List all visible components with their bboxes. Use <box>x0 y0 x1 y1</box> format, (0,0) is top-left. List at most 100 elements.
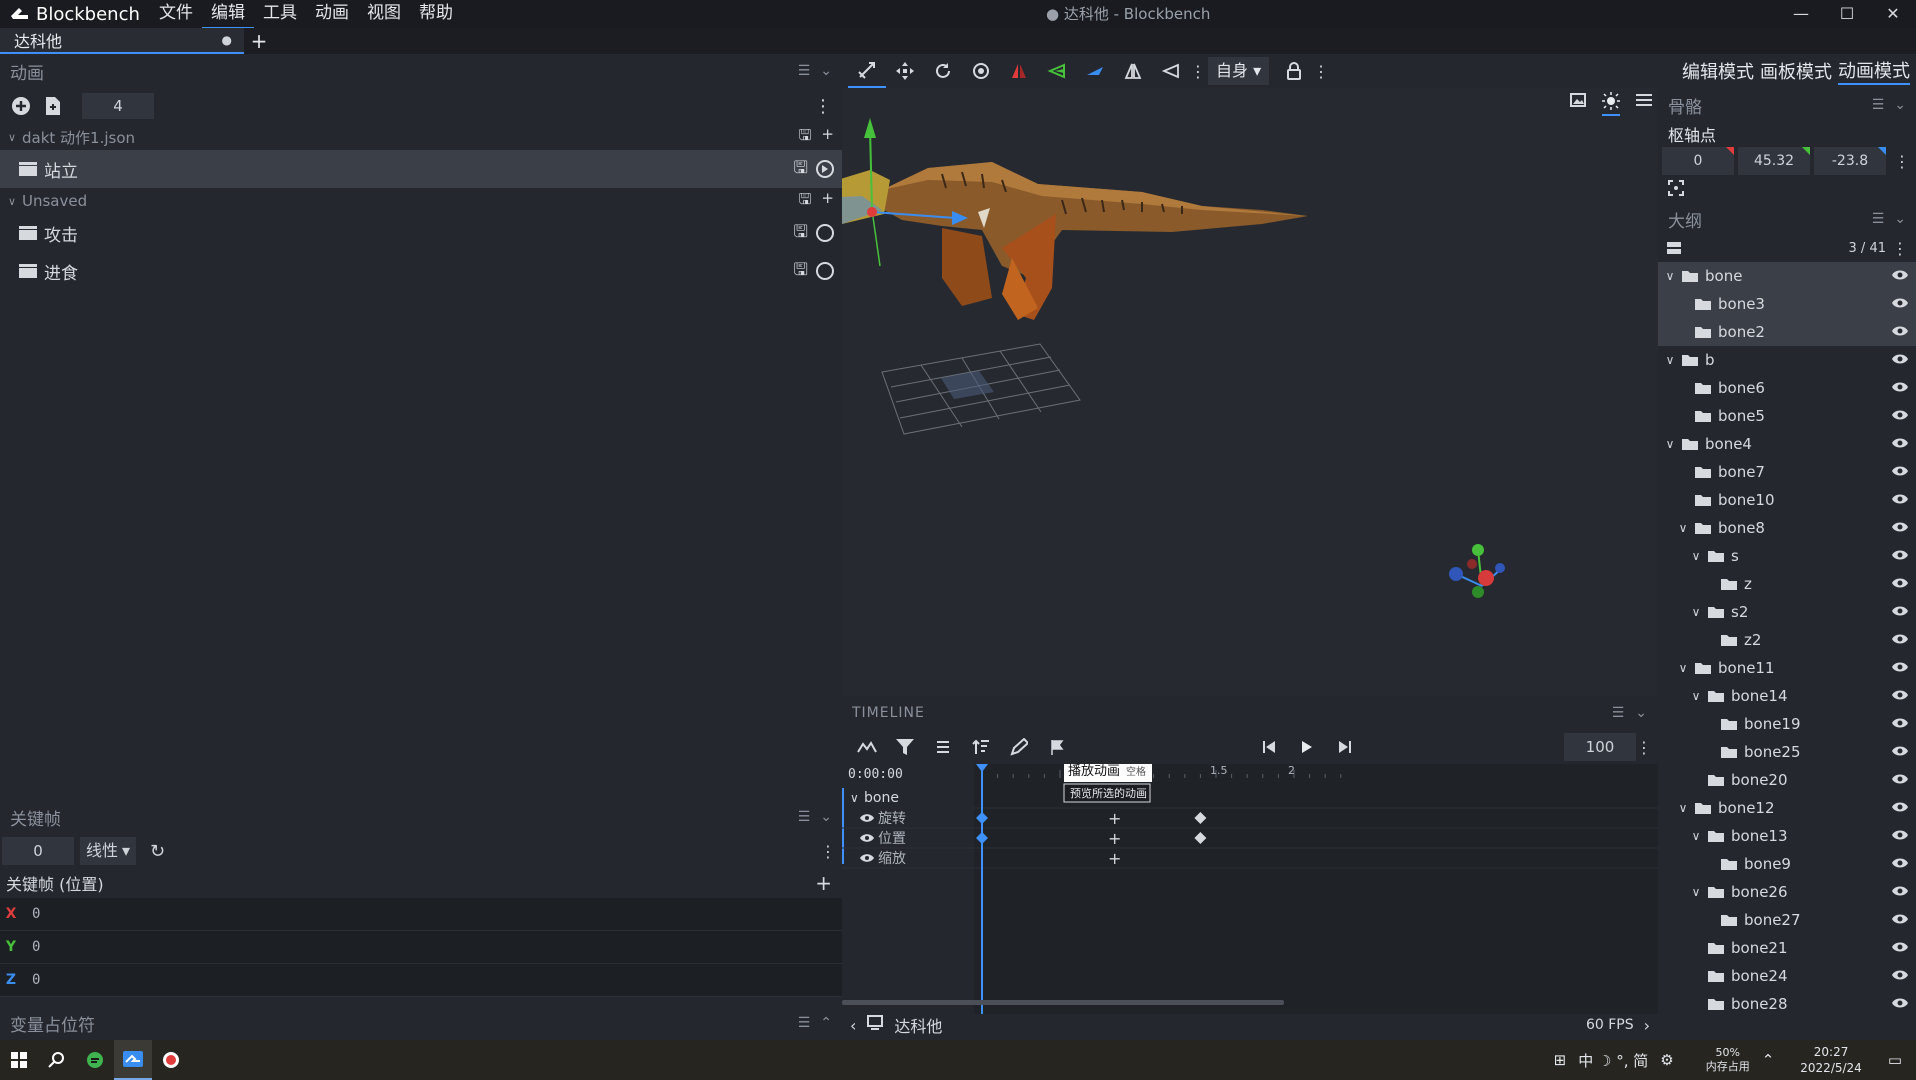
save-icon[interactable]: 🖫 <box>794 219 808 248</box>
more-options-icon[interactable]: ⋮ <box>1636 738 1652 757</box>
chevron-down-icon[interactable]: ∨ <box>1675 521 1691 535</box>
pivot-z-input[interactable]: -23.8 <box>1814 147 1886 175</box>
clock[interactable]: 20:27 2022/5/24 <box>1800 1044 1862 1076</box>
bake-button[interactable] <box>1000 730 1038 764</box>
more-options-icon[interactable]: ⋮ <box>1190 62 1206 81</box>
eye-icon[interactable] <box>1892 269 1908 281</box>
chevron-down-icon[interactable]: ∨ <box>1662 437 1678 451</box>
marker-button[interactable] <box>1038 730 1076 764</box>
mode-tab[interactable]: 编辑模式 <box>1682 58 1754 84</box>
eye-icon[interactable] <box>1892 577 1908 589</box>
eye-icon[interactable] <box>1892 997 1908 1009</box>
outliner-item[interactable]: ∨ s <box>1658 542 1916 570</box>
outliner-item[interactable]: z2 <box>1658 626 1916 654</box>
chevron-down-icon[interactable]: ∨ <box>1675 801 1691 815</box>
animation-item[interactable]: 进食 🖫 <box>0 252 842 290</box>
axis-value-input[interactable]: 0 <box>22 906 40 922</box>
outliner-item[interactable]: ∨ bone12 <box>1658 794 1916 822</box>
keyframe-axis-x[interactable]: X0 <box>0 898 842 931</box>
menu-item[interactable]: 动画 <box>306 0 358 29</box>
start-button[interactable] <box>0 1040 38 1080</box>
eye-icon[interactable] <box>1892 521 1908 533</box>
screenshot-icon[interactable] <box>1570 92 1586 116</box>
chevron-down-icon[interactable]: ∨ <box>1688 605 1704 619</box>
flip-x-button[interactable] <box>1114 54 1152 88</box>
outliner-item[interactable]: bone20 <box>1658 766 1916 794</box>
axis-value-input[interactable]: 0 <box>22 939 40 955</box>
add-keyframe-icon[interactable]: + <box>1108 849 1121 868</box>
chevron-down-icon[interactable]: ∨ <box>8 131 22 144</box>
filter-button[interactable] <box>886 730 924 764</box>
outliner-item[interactable]: bone5 <box>1658 402 1916 430</box>
eye-icon[interactable] <box>1892 689 1908 701</box>
outliner-item[interactable]: bone24 <box>1658 962 1916 990</box>
chevron-down-icon[interactable]: ⌄ <box>820 809 832 825</box>
minimize-button[interactable]: — <box>1778 0 1824 28</box>
chevron-down-icon[interactable]: ⌄ <box>1894 211 1906 227</box>
mode-tab[interactable]: 画板模式 <box>1760 58 1832 84</box>
chevron-up-icon[interactable]: ⌃ <box>1762 1051 1775 1069</box>
outliner-item[interactable]: ∨ bone4 <box>1658 430 1916 458</box>
chevron-down-icon[interactable]: ∨ <box>1675 661 1691 675</box>
menu-item[interactable]: 工具 <box>254 0 306 29</box>
circle-icon[interactable] <box>816 262 834 280</box>
play-button[interactable] <box>1288 730 1326 764</box>
save-icon[interactable]: 🖫 <box>799 189 812 214</box>
chevron-down-icon[interactable]: ⌄ <box>820 63 832 79</box>
lock-button[interactable] <box>1275 54 1313 88</box>
panel-menu-icon[interactable]: ☰ <box>798 63 811 79</box>
circle-icon[interactable] <box>816 224 834 242</box>
play-circle-icon[interactable] <box>816 160 834 178</box>
timeline-zoom-input[interactable]: 100 <box>1564 733 1636 761</box>
flip-y-button[interactable] <box>1152 54 1190 88</box>
eye-icon[interactable] <box>1892 297 1908 309</box>
orientation-gizmo[interactable] <box>1449 544 1505 598</box>
timeline-scrollbar[interactable] <box>842 1000 1284 1005</box>
eye-icon[interactable] <box>1892 941 1908 953</box>
outliner-view-icon[interactable] <box>1666 241 1682 255</box>
interpolation-select[interactable]: 线性 ▾ <box>80 837 137 865</box>
eye-icon[interactable] <box>1892 353 1908 365</box>
mirror-z-button[interactable] <box>1076 54 1114 88</box>
outliner-item[interactable]: ∨ bone14 <box>1658 682 1916 710</box>
outliner-item[interactable]: bone2 <box>1658 318 1916 346</box>
save-icon[interactable]: 🖫 <box>799 125 812 150</box>
outliner-item[interactable]: ∨ bone <box>1658 262 1916 290</box>
rotate-tool-button[interactable] <box>924 54 962 88</box>
eye-icon[interactable] <box>1892 325 1908 337</box>
eye-icon[interactable] <box>1892 969 1908 981</box>
move-tool-button[interactable] <box>848 54 886 88</box>
jump-end-button[interactable] <box>1326 730 1364 764</box>
graph-editor-button[interactable] <box>848 730 886 764</box>
notification-icon[interactable]: ▭ <box>1888 1051 1902 1069</box>
outliner-item[interactable]: bone19 <box>1658 710 1916 738</box>
taskbar-blockbench[interactable] <box>114 1040 152 1080</box>
eye-icon[interactable] <box>1892 913 1908 925</box>
channels-button[interactable] <box>924 730 962 764</box>
chevron-down-icon[interactable]: ⌄ <box>1635 705 1648 721</box>
chevron-down-icon[interactable]: ∨ <box>1688 829 1704 843</box>
outliner-item[interactable]: bone7 <box>1658 458 1916 486</box>
more-options-icon[interactable]: ⋮ <box>1894 152 1910 171</box>
search-button[interactable] <box>38 1040 76 1080</box>
mode-tab[interactable]: 动画模式 <box>1838 57 1910 85</box>
ime-indicator[interactable]: 中 ☽ °, 简 <box>1578 1050 1648 1071</box>
menu-item[interactable]: 视图 <box>358 0 410 29</box>
add-animation-button[interactable] <box>10 95 32 117</box>
reset-icon[interactable]: ↻ <box>150 841 165 862</box>
eye-icon[interactable] <box>1892 801 1908 813</box>
animation-item[interactable]: 站立 🖫 <box>0 150 842 188</box>
eye-icon[interactable] <box>1892 829 1908 841</box>
pivot-tool-button[interactable] <box>962 54 1000 88</box>
settings-gear-icon[interactable]: ⚙ <box>1660 1051 1673 1069</box>
taskbar-app-green[interactable] <box>76 1040 114 1080</box>
chevron-down-icon[interactable]: ∨ <box>1662 269 1678 283</box>
add-icon[interactable]: + <box>821 125 834 150</box>
eye-icon[interactable] <box>1892 717 1908 729</box>
add-keyframe-icon[interactable]: + <box>1108 809 1121 828</box>
more-options-icon[interactable]: ⋮ <box>814 96 832 117</box>
panel-menu-icon[interactable]: ☰ <box>798 1015 811 1031</box>
eye-icon[interactable] <box>1892 885 1908 897</box>
add-keyframe-icon[interactable]: + <box>1108 829 1121 848</box>
animation-file-group[interactable]: ∨ dakt 动作1.json 🖫 + <box>0 124 842 150</box>
